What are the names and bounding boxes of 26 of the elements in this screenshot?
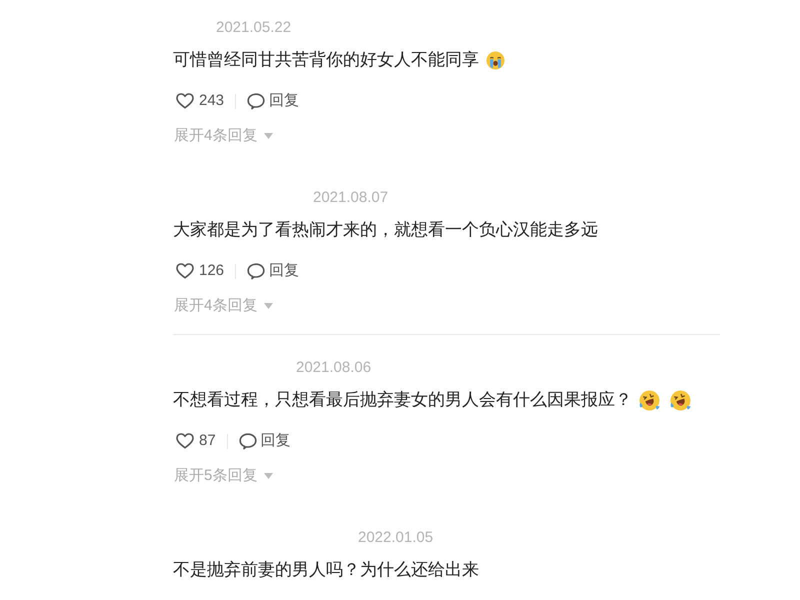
speech-bubble-icon [238, 432, 257, 450]
comment-text: 大家都是为了看热闹才来的，就想看一个负心汉能走多远 [173, 219, 598, 241]
comment-date: 2021.08.07 [313, 188, 388, 208]
heart-icon [176, 433, 194, 449]
speech-bubble-icon [247, 92, 266, 110]
comment-text: 不想看过程，只想看最后抛弃妻女的男人会有什么因果报应？ [173, 389, 632, 411]
caret-down-icon [264, 473, 274, 479]
like-button[interactable]: 243 [173, 91, 224, 111]
comment-date: 2022.01.05 [358, 528, 434, 548]
heart-icon [176, 93, 194, 109]
reply-button[interactable]: 回复 [247, 261, 300, 281]
comment-date: 2021.08.06 [296, 358, 372, 378]
crying-face-icon [486, 50, 505, 70]
like-button[interactable]: 87 [173, 431, 216, 451]
reply-button[interactable]: 回复 [238, 431, 291, 451]
caret-down-icon [264, 133, 274, 139]
comment-text: 可惜曾经同甘共苦背你的好女人不能同享 [173, 49, 479, 71]
comment-text: 不是抛弃前妻的男人吗？为什么还给出来 [173, 559, 479, 581]
laughing-face-icon [670, 390, 691, 410]
speech-bubble-icon [247, 262, 266, 280]
laughing-face-icon [639, 390, 660, 410]
reply-button[interactable]: 回复 [247, 91, 300, 111]
like-button[interactable]: 126 [173, 261, 224, 281]
comment-date: 2021.05.22 [216, 18, 292, 38]
caret-down-icon [264, 303, 274, 309]
heart-icon [176, 263, 194, 279]
